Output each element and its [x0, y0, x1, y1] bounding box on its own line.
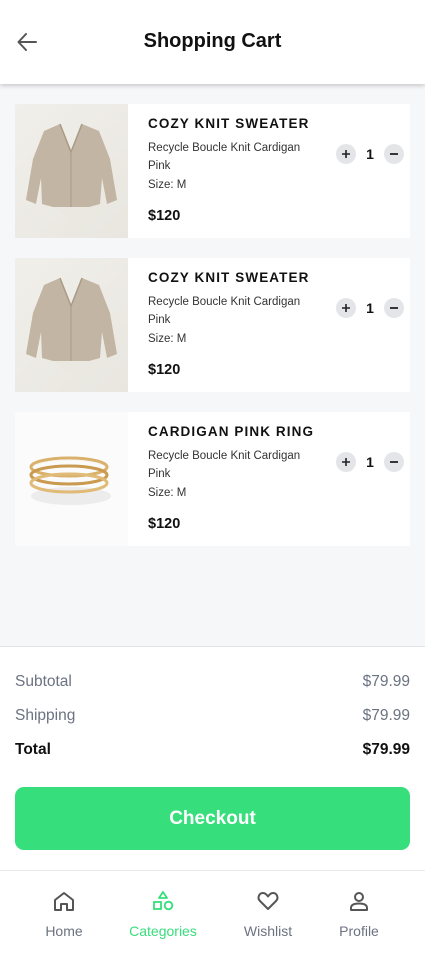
heart-icon [257, 892, 279, 910]
subtotal-label: Subtotal [15, 673, 72, 690]
total-value: $79.99 [362, 741, 410, 758]
plus-icon [342, 458, 350, 466]
product-description: Recycle Boucle Knit Cardigan Pink [148, 296, 301, 326]
shapes-icon [153, 891, 174, 911]
quantity-value: 1 [366, 300, 374, 316]
home-icon [54, 892, 74, 911]
page-title: Shopping Cart [143, 30, 282, 52]
product-size: Size: M [148, 333, 187, 345]
increase-quantity-button[interactable] [336, 452, 356, 472]
product-price: $120 [148, 208, 181, 224]
cart-list: COZY KNIT SWEATER Recycle Boucle Knit Ca… [15, 104, 410, 566]
checkout-button[interactable]: Checkout [15, 787, 410, 850]
product-description: Recycle Boucle Knit Cardigan Pink [148, 450, 301, 480]
quantity-stepper: 1 [336, 452, 404, 472]
product-name[interactable]: COZY KNIT SWEATER [148, 270, 328, 288]
total-label: Total [15, 741, 51, 758]
nav-label: Wishlist [243, 923, 293, 939]
nav-item-wishlist[interactable]: Wishlist [218, 889, 318, 939]
decrease-quantity-button[interactable] [384, 144, 404, 164]
product-name[interactable]: COZY KNIT SWEATER [148, 116, 328, 134]
minus-icon [390, 307, 398, 309]
plus-icon [342, 150, 350, 158]
nav-label: Profile [339, 923, 379, 939]
subtotal-row: Subtotal $79.99 [15, 673, 410, 691]
product-size: Size: M [148, 487, 187, 499]
nav-label: Categories [129, 923, 197, 939]
nav-item-profile[interactable]: Profile [309, 889, 409, 939]
subtotal-value: $79.99 [362, 673, 410, 690]
user-icon [350, 892, 368, 911]
total-row: Total $79.99 [15, 741, 410, 759]
nav-item-categories[interactable]: Categories [113, 889, 213, 939]
quantity-stepper: 1 [336, 298, 404, 318]
nav-item-home[interactable]: Home [14, 889, 114, 939]
shipping-row: Shipping $79.99 [15, 707, 410, 725]
increase-quantity-button[interactable] [336, 144, 356, 164]
product-description: Recycle Boucle Knit Cardigan Pink [148, 142, 301, 172]
shipping-label: Shipping [15, 707, 76, 724]
cart-item: CARDIGAN PINK RING Recycle Boucle Knit C… [15, 412, 410, 546]
quantity-value: 1 [366, 454, 374, 470]
product-price: $120 [148, 516, 181, 532]
decrease-quantity-button[interactable] [384, 298, 404, 318]
cart-item: COZY KNIT SWEATER Recycle Boucle Knit Ca… [15, 104, 410, 238]
order-summary: Subtotal $79.99 Shipping $79.99 Total $7… [0, 646, 425, 870]
quantity-stepper: 1 [336, 144, 404, 164]
shipping-value: $79.99 [362, 707, 410, 724]
app-header: Shopping Cart [0, 0, 425, 84]
minus-icon [390, 153, 398, 155]
quantity-value: 1 [366, 146, 374, 162]
product-price: $120 [148, 362, 181, 378]
product-name[interactable]: CARDIGAN PINK RING [148, 424, 328, 442]
minus-icon [390, 461, 398, 463]
bottom-navigation: Home Categories Wishlist Profile [0, 870, 425, 954]
product-size: Size: M [148, 179, 187, 191]
plus-icon [342, 304, 350, 312]
increase-quantity-button[interactable] [336, 298, 356, 318]
product-image-cardigan[interactable] [15, 258, 128, 392]
cart-item: COZY KNIT SWEATER Recycle Boucle Knit Ca… [15, 258, 410, 392]
product-image-cardigan[interactable] [15, 104, 128, 238]
nav-label: Home [45, 923, 83, 939]
product-image-ring[interactable] [15, 412, 128, 546]
decrease-quantity-button[interactable] [384, 452, 404, 472]
